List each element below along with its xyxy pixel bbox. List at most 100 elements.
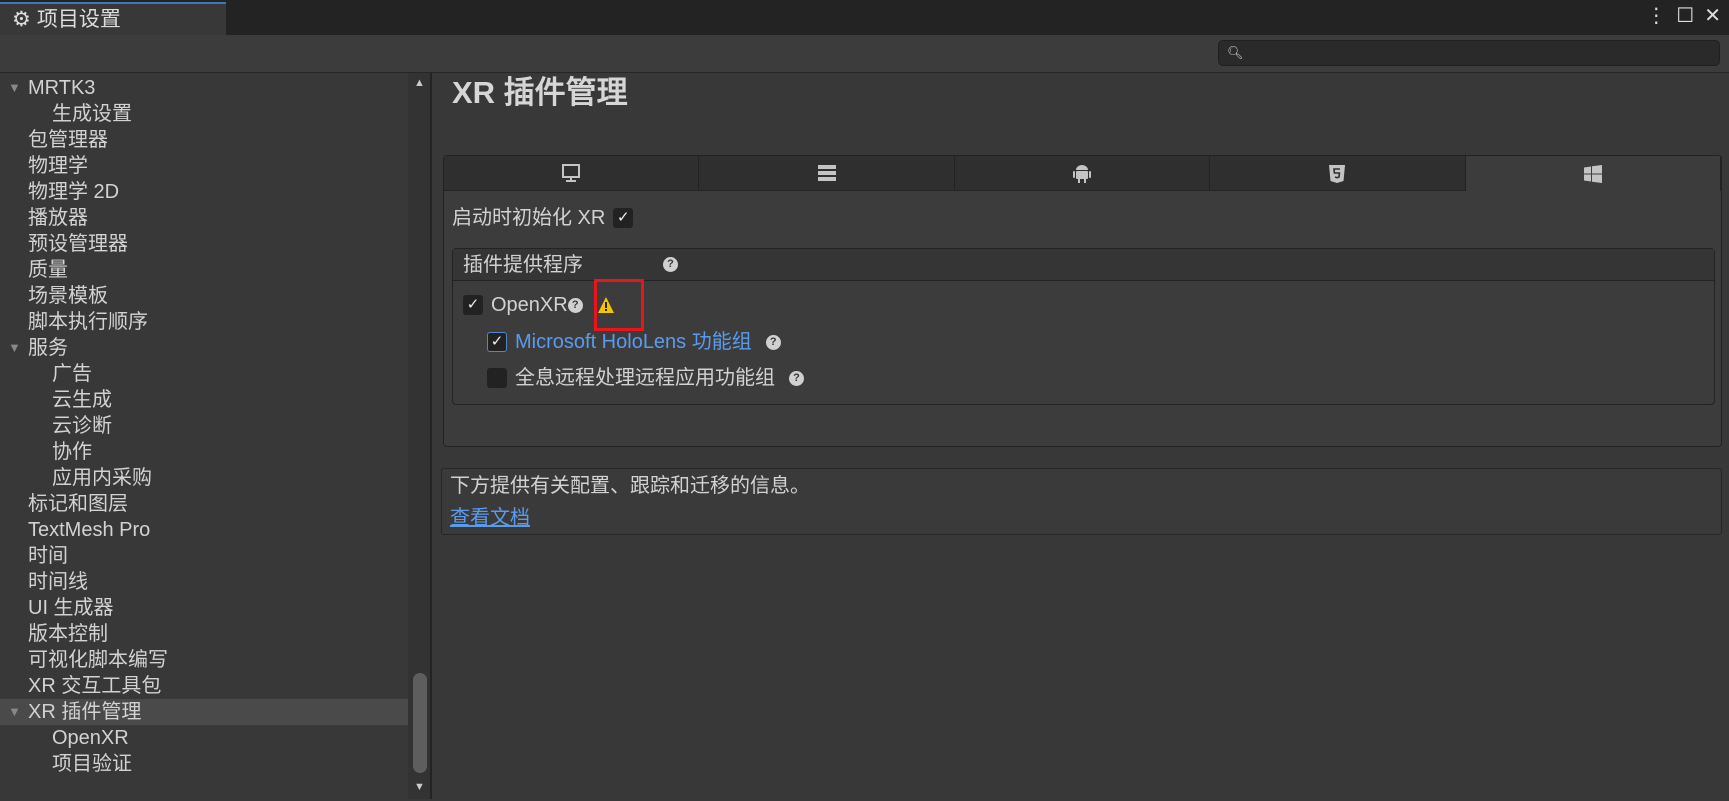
sidebar-item-label: XR 交互工具包 xyxy=(28,675,162,697)
scroll-down-icon[interactable]: ▼ xyxy=(414,781,425,793)
sidebar-item[interactable]: 预设管理器 xyxy=(0,231,408,257)
sidebar-item[interactable]: 可视化脚本编写 xyxy=(0,647,408,673)
sidebar-item-label: TextMesh Pro xyxy=(28,519,151,541)
sidebar-item[interactable]: 时间线 xyxy=(0,569,408,595)
scrollbar-thumb[interactable] xyxy=(413,673,427,773)
sidebar-item[interactable]: ▼ 服务 xyxy=(0,335,408,361)
monitor-icon xyxy=(562,164,581,182)
html5-icon xyxy=(1329,165,1346,183)
hololens-group-label[interactable]: Microsoft HoloLens 功能组 xyxy=(515,330,752,354)
sidebar-item-label: 可视化脚本编写 xyxy=(28,649,168,671)
sidebar-item-label: 包管理器 xyxy=(28,129,108,151)
server-icon xyxy=(817,165,836,181)
tab-windows[interactable] xyxy=(1465,156,1722,191)
android-icon xyxy=(1073,165,1092,183)
tab-android[interactable] xyxy=(954,156,1211,191)
sidebar-item[interactable]: 物理学 xyxy=(0,153,408,179)
sidebar-item[interactable]: 项目验证 xyxy=(0,751,408,777)
sidebar-item-label: 应用内采购 xyxy=(52,467,152,489)
openxr-label: OpenXR xyxy=(491,294,568,316)
sidebar-item[interactable]: 质量 xyxy=(0,257,408,283)
hololens-group-checkbox[interactable]: ✓ xyxy=(487,332,507,352)
help-icon[interactable]: ? xyxy=(567,297,583,313)
sidebar-item-label: 项目验证 xyxy=(52,753,132,775)
init-xr-label: 启动时初始化 XR xyxy=(452,207,606,229)
sidebar-item[interactable]: 云生成 xyxy=(0,387,408,413)
sidebar-item-label: 脚本执行顺序 xyxy=(28,311,148,333)
sidebar-item-label: 时间线 xyxy=(28,571,88,593)
sidebar-item-label: OpenXR xyxy=(52,727,129,749)
sidebar-item-label: XR 插件管理 xyxy=(28,701,142,723)
info-box: 下方提供有关配置、跟踪和迁移的信息。 查看文档 xyxy=(441,468,1722,535)
sidebar-item-label: 预设管理器 xyxy=(28,233,128,255)
sidebar-item-label: 场景模板 xyxy=(28,285,108,307)
sidebar-item[interactable]: 标记和图层 xyxy=(0,491,408,517)
sidebar-item-label: UI 生成器 xyxy=(28,597,114,619)
sidebar-item[interactable]: 广告 xyxy=(0,361,408,387)
sidebar-item[interactable]: ▼ XR 插件管理 xyxy=(0,699,408,725)
gear-icon: ⚙ xyxy=(12,7,31,31)
sidebar-item-label: 物理学 2D xyxy=(28,181,120,203)
tab-dedicated-server[interactable] xyxy=(699,156,955,191)
sidebar-item[interactable]: UI 生成器 xyxy=(0,595,408,621)
search-icon: 🔍︎ xyxy=(1227,45,1244,60)
sidebar-item-label: 版本控制 xyxy=(28,623,108,645)
scroll-up-icon[interactable]: ▲ xyxy=(414,77,425,89)
help-icon[interactable]: ? xyxy=(789,370,804,386)
sidebar-scrollbar[interactable]: ▲ ▼ xyxy=(408,73,430,799)
sidebar-item-label: 广告 xyxy=(52,363,92,385)
expand-arrow-icon[interactable]: ▼ xyxy=(8,75,21,101)
search-input[interactable]: 🔍︎ xyxy=(1218,40,1720,66)
page-title: XR 插件管理 xyxy=(452,75,628,110)
window-tab-bar: ⚙ 项目设置 ⋮ ☐ ✕ xyxy=(0,0,1729,35)
windows-icon xyxy=(1583,164,1602,183)
sidebar-item-label: 协作 xyxy=(52,441,92,463)
help-icon[interactable]: ? xyxy=(765,334,781,350)
sidebar-item[interactable]: 时间 xyxy=(0,543,408,569)
tab-title: 项目设置 xyxy=(36,7,121,31)
sidebar-item-label: 播放器 xyxy=(28,207,88,229)
sidebar-item-label: 服务 xyxy=(28,337,68,359)
sidebar-item[interactable]: 应用内采购 xyxy=(0,465,408,491)
sidebar-item[interactable]: 协作 xyxy=(0,439,408,465)
tab-standalone[interactable] xyxy=(444,156,700,191)
sidebar-item[interactable]: TextMesh Pro xyxy=(0,517,408,543)
toolbar: 🔍︎ xyxy=(0,35,1729,73)
close-icon[interactable]: ✕ xyxy=(1704,4,1721,28)
sidebar-item[interactable]: 物理学 2D xyxy=(0,179,408,205)
sidebar-item[interactable]: 云诊断 xyxy=(0,413,408,439)
sidebar-item-label: 生成设置 xyxy=(52,103,132,125)
sidebar-item[interactable]: 脚本执行顺序 xyxy=(0,309,408,335)
sidebar-item[interactable]: 版本控制 xyxy=(0,621,408,647)
holographic-remoting-label: 全息远程处理远程应用功能组 xyxy=(515,367,775,389)
view-docs-link[interactable]: 查看文档 xyxy=(450,506,530,530)
settings-sidebar: 项目验证 OpenXR ▼ XR 插件管理 XR 交互工具包 可视化脚本编写 版本控制 UI … xyxy=(0,73,432,799)
more-icon[interactable]: ⋮ xyxy=(1646,4,1666,28)
expand-arrow-icon[interactable]: ▼ xyxy=(8,335,21,361)
sidebar-item-label: MRTK3 xyxy=(28,77,96,99)
sidebar-item-label: 物理学 xyxy=(28,155,88,177)
tab-webgl[interactable] xyxy=(1210,156,1466,191)
sidebar-item[interactable]: 生成设置 xyxy=(0,101,408,127)
sidebar-item-label: 标记和图层 xyxy=(28,493,128,515)
sidebar-item-label: 质量 xyxy=(28,259,68,281)
help-icon[interactable]: ? xyxy=(663,257,678,272)
project-settings-tab[interactable]: ⚙ 项目设置 xyxy=(0,2,226,35)
sidebar-item-label: 云诊断 xyxy=(52,415,112,437)
sidebar-item[interactable]: 包管理器 xyxy=(0,127,408,153)
holographic-remoting-checkbox[interactable] xyxy=(487,368,507,388)
sidebar-item-label: 云生成 xyxy=(52,389,112,411)
sidebar-item[interactable]: XR 交互工具包 xyxy=(0,673,408,699)
init-xr-checkbox[interactable]: ✓ xyxy=(613,208,634,228)
sidebar-item[interactable]: OpenXR xyxy=(0,725,408,751)
maximize-icon[interactable]: ☐ xyxy=(1676,4,1694,28)
sidebar-item[interactable]: 播放器 xyxy=(0,205,408,231)
highlight-box xyxy=(594,279,644,331)
sidebar-item[interactable]: ▼ MRTK3 xyxy=(0,75,408,101)
openxr-checkbox[interactable]: ✓ xyxy=(463,295,483,315)
sidebar-item[interactable]: 场景模板 xyxy=(0,283,408,309)
info-text: 下方提供有关配置、跟踪和迁移的信息。 xyxy=(450,475,810,497)
providers-header: 插件提供程序 xyxy=(463,253,583,276)
expand-arrow-icon[interactable]: ▼ xyxy=(8,699,21,725)
sidebar-item-label: 时间 xyxy=(28,545,68,567)
